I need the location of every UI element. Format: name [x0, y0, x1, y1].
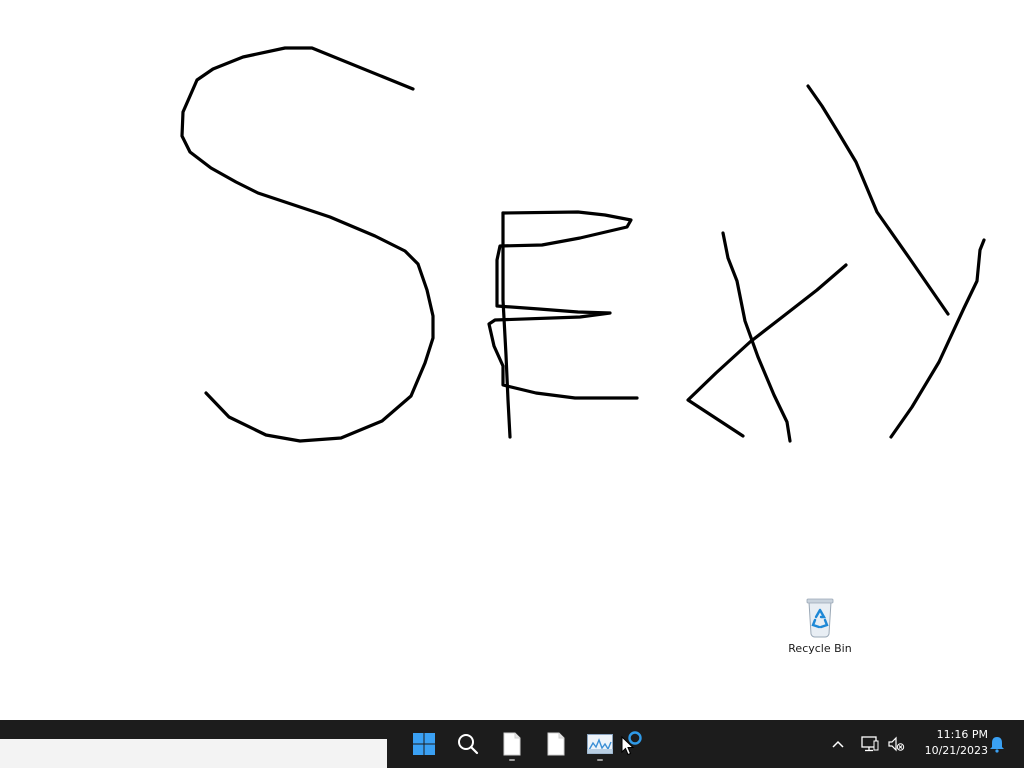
clock-time: 11:16 PM: [936, 728, 988, 741]
windows-start-icon: [413, 733, 435, 755]
file-icon: [547, 732, 565, 756]
taskbar-search-strip[interactable]: [0, 739, 387, 768]
drawn-letter-x-2: [686, 263, 848, 438]
taskbar-app-file-2[interactable]: [536, 724, 576, 764]
drawn-letter-y-2: [889, 238, 986, 439]
taskbar-clock[interactable]: 11:16 PM 10/21/2023: [912, 727, 988, 759]
desktop: Recycle Bin: [0, 0, 1024, 720]
recycle-bin-icon: [806, 598, 834, 638]
file-icon: [503, 732, 521, 756]
start-button[interactable]: [404, 724, 444, 764]
running-indicator: [509, 759, 515, 761]
taskbar-app-paint[interactable]: [580, 724, 620, 764]
mouse-cursor-icon: [621, 736, 635, 756]
search-icon: [458, 734, 479, 755]
running-indicator: [597, 759, 603, 761]
freehand-drawing: [180, 46, 986, 443]
recycle-bin-label: Recycle Bin: [788, 642, 852, 655]
search-button[interactable]: [448, 724, 488, 764]
network-icon: [861, 736, 879, 752]
network-status-button[interactable]: [858, 720, 882, 768]
show-hidden-icons-button[interactable]: [826, 720, 850, 768]
drawn-letter-e-top: [487, 210, 639, 400]
drawn-letter-s: [180, 46, 435, 443]
notification-bell-icon: [990, 737, 1004, 753]
clock-date: 10/21/2023: [924, 744, 988, 757]
chevron-up-icon: [832, 740, 844, 748]
volume-button[interactable]: [884, 720, 908, 768]
recycle-bin-shortcut[interactable]: Recycle Bin: [784, 594, 856, 664]
taskbar-app-file-1[interactable]: [492, 724, 532, 764]
volume-muted-icon: [888, 736, 905, 752]
taskbar: 11:16 PM 10/21/2023: [0, 720, 1024, 768]
paint-icon: [587, 734, 613, 754]
notifications-button[interactable]: [986, 720, 1008, 768]
